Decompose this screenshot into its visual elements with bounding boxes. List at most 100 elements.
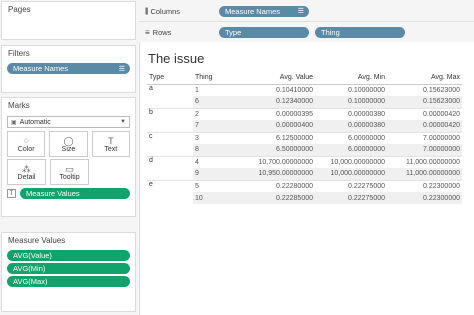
sort-icon: ☰ [118,65,125,73]
cell-avg-max[interactable]: 0.15623000 [387,83,462,96]
size-button[interactable]: ◯ Size [49,131,88,157]
cell-avg-max[interactable]: 7.00000000 [387,144,462,156]
cell-thing[interactable]: 6 [193,96,243,108]
rows-shelf[interactable]: ≡ Rows Type Thing [139,22,474,43]
filters-card[interactable]: Filters Measure Names ☰ [1,45,136,93]
cell-avg-max[interactable]: 0.22300000 [387,179,462,192]
cell-thing[interactable]: 10 [193,192,243,204]
cell-type[interactable]: b [147,107,193,120]
color-label: Color [17,145,35,153]
text-icon: T [108,135,114,146]
cell-avg-value[interactable]: 0.00000400 [243,120,315,132]
table-row: e 5 0.22280000 0.22275000 0.22300000 [147,179,462,192]
mark-type-icon: ▣ [11,119,17,126]
marks-spacer [93,159,130,185]
cell-avg-value[interactable]: 6.50000000 [243,144,315,156]
cell-avg-max[interactable]: 7.00000000 [387,131,462,144]
cell-thing[interactable]: 2 [193,107,243,120]
cell-avg-max[interactable]: 0.22300000 [387,192,462,204]
measure-pill-avg-value[interactable]: AVG(Value) [7,250,130,261]
table-header-row: Type Thing Avg. Value Avg. Min Avg. Max [147,72,462,85]
column-header-avg-min[interactable]: Avg. Min [315,72,387,85]
cell-avg-value[interactable]: 6.12500000 [243,131,315,144]
sort-icon: ☰ [297,8,304,15]
cell-avg-min[interactable]: 6.00000000 [315,131,387,144]
cell-thing[interactable]: 4 [193,155,243,168]
cell-avg-max[interactable]: 0.15623000 [387,96,462,108]
cell-avg-max[interactable]: 0.00000420 [387,107,462,120]
cell-avg-value[interactable]: 0.12340000 [243,96,315,108]
cell-avg-value[interactable]: 10,700.00000000 [243,155,315,168]
cell-avg-min[interactable]: 0.22275000 [315,192,387,204]
cell-type[interactable] [147,120,193,132]
marks-card: Marks ▣ Automatic ▼ ⁘ Color ◯ Size T Tex… [1,97,136,217]
filter-pill-measure-names[interactable]: Measure Names ☰ [7,63,130,74]
text-button[interactable]: T Text [91,131,130,157]
mark-type-dropdown[interactable]: ▣ Automatic ▼ [7,116,130,128]
rows-pill-type[interactable]: Type [219,26,309,38]
cell-avg-max[interactable]: 11,000.00000000 [387,155,462,168]
crosstab-table: Type Thing Avg. Value Avg. Min Avg. Max … [147,72,462,204]
cell-avg-value[interactable]: 0.22280000 [243,179,315,192]
cell-thing[interactable]: 5 [193,179,243,192]
chevron-down-icon: ▼ [120,119,126,125]
columns-icon: ||| [145,7,149,15]
cell-avg-max[interactable]: 11,000.00000000 [387,168,462,180]
cell-avg-min[interactable]: 10,000.00000000 [315,168,387,180]
cell-type[interactable]: e [147,179,193,192]
marks-pill-measure-values[interactable]: Measure Values [20,188,130,199]
filter-pill-label: Measure Names [13,64,69,73]
table-row: 7 0.00000400 0.00000380 0.00000420 [147,120,462,132]
tooltip-button[interactable]: ▭ Tooltip [50,159,89,185]
cell-avg-min[interactable]: 0.00000380 [315,107,387,120]
columns-shelf[interactable]: ||| Columns Measure Names ☰ [139,1,474,22]
measure-pill-avg-max[interactable]: AVG(Max) [7,276,130,287]
left-sidebar: Pages Filters Measure Names ☰ Marks ▣ Au… [0,0,138,315]
cell-thing[interactable]: 1 [193,83,243,96]
cell-avg-min[interactable]: 0.10000000 [315,83,387,96]
measure-values-card: Measure Values AVG(Value) AVG(Min) AVG(M… [1,232,136,312]
table-row: c 3 6.12500000 6.00000000 7.00000000 [147,131,462,144]
cell-avg-min[interactable]: 6.00000000 [315,144,387,156]
cell-type[interactable]: d [147,155,193,168]
table-row: 10 0.22285000 0.22275000 0.22300000 [147,192,462,204]
size-label: Size [61,145,76,153]
cell-avg-min[interactable]: 0.22275000 [315,179,387,192]
mark-type-value: Automatic [19,118,51,126]
measure-pill-avg-min[interactable]: AVG(Min) [7,263,130,274]
columns-pill-measure-names[interactable]: Measure Names ☰ [219,5,309,17]
cell-avg-value[interactable]: 10,950.00000000 [243,168,315,180]
cell-thing[interactable]: 7 [193,120,243,132]
cell-avg-value[interactable]: 0.00000395 [243,107,315,120]
cell-type[interactable]: c [147,131,193,144]
cell-type[interactable] [147,168,193,180]
cell-avg-max[interactable]: 0.00000420 [387,120,462,132]
cell-thing[interactable]: 3 [193,131,243,144]
pages-card[interactable]: Pages [1,1,136,40]
cell-avg-value[interactable]: 0.10410000 [243,83,315,96]
cell-thing[interactable]: 9 [193,168,243,180]
cell-avg-min[interactable]: 0.10000000 [315,96,387,108]
columns-label-text: Columns [150,6,181,16]
cell-type[interactable]: a [147,83,193,96]
color-button[interactable]: ⁘ Color [7,131,46,157]
measure-pill-label: AVG(Max) [13,277,48,286]
cell-avg-value[interactable]: 0.22285000 [243,192,315,204]
cell-avg-min[interactable]: 0.00000380 [315,120,387,132]
rows-pill-label: Type [225,27,242,37]
table-row: 6 0.12340000 0.10000000 0.15623000 [147,96,462,108]
rows-icon: ≡ [145,27,150,37]
cell-type[interactable] [147,96,193,108]
column-header-avg-max[interactable]: Avg. Max [387,72,462,85]
cell-avg-min[interactable]: 10,000.00000000 [315,155,387,168]
cell-thing[interactable]: 8 [193,144,243,156]
column-header-type[interactable]: Type [147,72,193,85]
rows-pill-thing[interactable]: Thing [315,26,405,38]
cell-type[interactable] [147,144,193,156]
column-header-thing[interactable]: Thing [193,72,243,85]
cell-type[interactable] [147,192,193,204]
table-row: 8 6.50000000 6.00000000 7.00000000 [147,144,462,156]
column-header-avg-value[interactable]: Avg. Value [243,72,315,85]
text-encoding-icon: T [7,189,16,198]
detail-button[interactable]: ⁂ Detail [7,159,46,185]
